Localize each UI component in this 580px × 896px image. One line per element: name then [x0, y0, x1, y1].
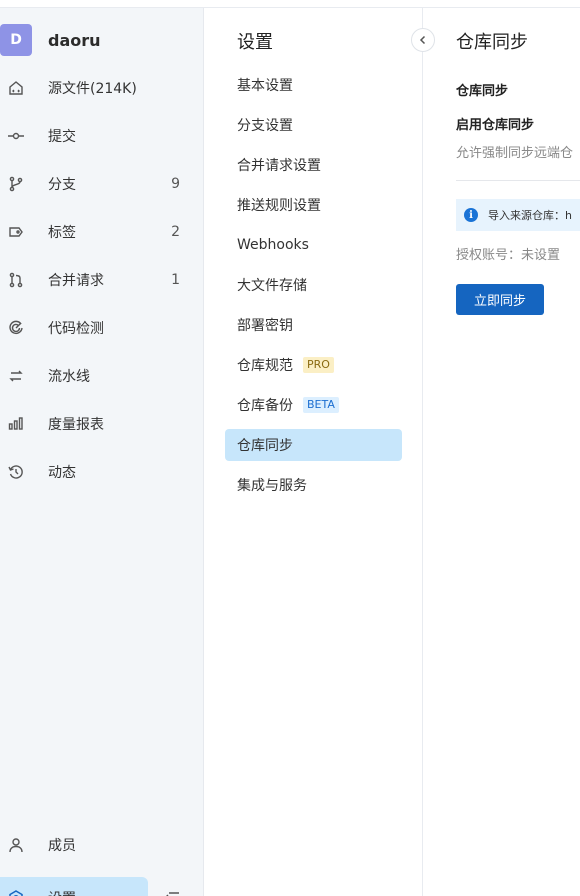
collapse-sidebar-icon[interactable] [162, 874, 182, 896]
enable-sync-label[interactable]: 启用仓库同步 [456, 114, 534, 133]
repo-header[interactable]: D daoru [0, 24, 204, 56]
sync-content: 仓库同步 仓库同步 启用仓库同步 允许强制同步远端仓 i 导入来源仓库：h 授权… [424, 8, 580, 896]
nav-item-source[interactable]: 源文件(214K) [0, 64, 204, 112]
enable-sync-description: 允许强制同步远端仓 [456, 146, 574, 161]
nav-item-commits[interactable]: 提交 [0, 112, 204, 160]
nav-item-branches[interactable]: 分支 9 [0, 160, 204, 208]
nav-label-code-check: 代码检测 [48, 321, 104, 337]
menu-item-integrations[interactable]: 集成与服务 [225, 469, 402, 501]
menu-item-deploy-keys[interactable]: 部署密钥 [225, 309, 402, 341]
section-title: 仓库同步 [456, 84, 509, 99]
import-source-info: i 导入来源仓库：h [456, 199, 580, 231]
menu-item-push-rules[interactable]: 推送规则设置 [225, 189, 402, 221]
nav-label-source: 源文件(214K) [48, 81, 137, 97]
menu-item-basic[interactable]: 基本设置 [225, 69, 402, 101]
auth-account-text: 授权账号：未设置 [456, 248, 561, 263]
bar-chart-icon [0, 416, 32, 432]
nav-label-pipeline: 流水线 [48, 369, 90, 385]
repo-name: daoru [48, 30, 101, 50]
page-title: 仓库同步 [456, 32, 528, 53]
menu-item-backup[interactable]: 仓库备份 BETA [225, 389, 402, 421]
info-icon: i [464, 208, 478, 222]
nav-item-pipeline[interactable]: 流水线 [0, 352, 204, 400]
menu-item-sync[interactable]: 仓库同步 [225, 429, 402, 461]
nav-item-metrics[interactable]: 度量报表 [0, 400, 204, 448]
collapse-menu-button[interactable] [411, 28, 435, 52]
settings-menu-title: 设置 [237, 32, 273, 53]
settings-icon [0, 890, 32, 896]
nav-label-members: 成员 [48, 838, 76, 854]
repo-avatar: D [0, 24, 32, 56]
merge-requests-count: 1 [171, 272, 180, 288]
tags-count: 2 [171, 224, 180, 240]
nav-label-commits: 提交 [48, 129, 76, 145]
pro-badge: PRO [303, 357, 334, 373]
source-files-icon [0, 80, 32, 96]
nav-label-merge-requests: 合并请求 [48, 273, 104, 289]
menu-item-merge[interactable]: 合并请求设置 [225, 149, 402, 181]
menu-item-backup-label: 仓库备份 [237, 398, 293, 414]
menu-item-webhooks[interactable]: Webhooks [225, 229, 402, 261]
merge-request-icon [0, 272, 32, 288]
chevron-left-icon [419, 35, 426, 45]
history-icon [0, 464, 32, 480]
settings-menu: 设置 基本设置 分支设置 合并请求设置 推送规则设置 Webhooks 大文件存… [205, 8, 423, 896]
menu-item-lfs[interactable]: 大文件存储 [225, 269, 402, 301]
settings-menu-list: 基本设置 分支设置 合并请求设置 推送规则设置 Webhooks 大文件存储 部… [225, 69, 402, 509]
repo-nav: 源文件(214K) 提交 分支 9 标签 2 合并请求 1 代码检测 流水线 度… [0, 64, 204, 496]
branch-icon [0, 176, 32, 192]
nav-item-activity[interactable]: 动态 [0, 448, 204, 496]
pipeline-icon [0, 368, 32, 384]
beta-badge: BETA [303, 397, 339, 413]
nav-label-tags: 标签 [48, 225, 76, 241]
nav-item-merge-requests[interactable]: 合并请求 1 [0, 256, 204, 304]
repo-sidebar: D daoru 源文件(214K) 提交 分支 9 标签 2 合并请求 1 代码… [0, 8, 204, 896]
nav-label-branches: 分支 [48, 177, 76, 193]
commit-icon [0, 128, 32, 144]
section-divider [456, 180, 580, 181]
menu-item-spec[interactable]: 仓库规范 PRO [225, 349, 402, 381]
sync-now-button[interactable]: 立即同步 [456, 284, 544, 315]
menu-item-spec-label: 仓库规范 [237, 358, 293, 374]
import-source-text: 导入来源仓库：h [488, 209, 572, 222]
nav-item-settings[interactable]: 设置 [0, 874, 204, 896]
user-icon [0, 837, 32, 853]
nav-item-tags[interactable]: 标签 2 [0, 208, 204, 256]
branches-count: 9 [171, 176, 180, 192]
code-check-icon [0, 320, 32, 336]
nav-label-metrics: 度量报表 [48, 417, 104, 433]
nav-label-activity: 动态 [48, 465, 76, 481]
tag-icon [0, 224, 32, 240]
top-bar-edge [0, 0, 580, 8]
nav-label-settings: 设置 [48, 888, 76, 896]
menu-item-branch[interactable]: 分支设置 [225, 109, 402, 141]
nav-item-code-check[interactable]: 代码检测 [0, 304, 204, 352]
nav-item-members[interactable]: 成员 [0, 821, 204, 869]
